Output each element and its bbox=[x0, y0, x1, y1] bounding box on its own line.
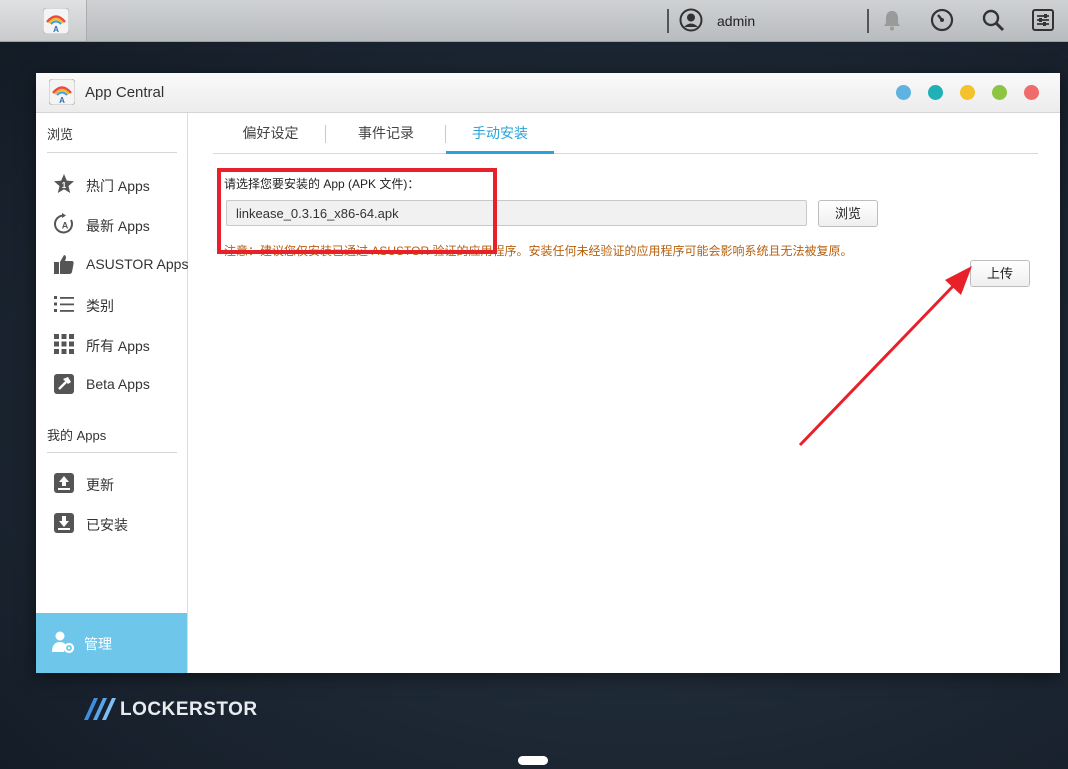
sidebar-item-label: 类别 bbox=[86, 298, 114, 314]
sidebar-item-label: 更新 bbox=[86, 477, 114, 493]
toolbar-divider bbox=[867, 9, 869, 33]
settings-sliders-icon[interactable] bbox=[1031, 8, 1055, 32]
svg-text:1: 1 bbox=[62, 181, 67, 190]
lockerstor-logo-icon bbox=[84, 698, 116, 720]
sidebar-item-updates[interactable]: 更新 bbox=[36, 466, 187, 500]
tab-preferences[interactable]: 偏好设定 bbox=[233, 113, 308, 153]
app-central-logo-icon: A bbox=[49, 79, 75, 105]
apk-file-field[interactable]: linkease_0.3.16_x86-64.apk bbox=[226, 200, 807, 226]
file-select-prompt: 请选择您要安装的 App (APK 文件)： bbox=[224, 177, 420, 191]
notification-bell-icon[interactable] bbox=[880, 8, 904, 32]
sidebar-item-admin[interactable]: 管理 bbox=[36, 613, 187, 673]
list-icon bbox=[54, 296, 74, 312]
sidebar-item-categories[interactable]: 类别 bbox=[36, 287, 187, 321]
unverified-app-warning: 注意：建议您仅安装已通过 ASUSTOR 验证的应用程序。安装任何未经验证的应用… bbox=[224, 244, 853, 258]
window-titlebar[interactable]: A App Central bbox=[36, 73, 1060, 113]
asustor-logo-icon: A bbox=[43, 8, 69, 34]
svg-text:A: A bbox=[59, 96, 65, 105]
sidebar: 浏览 1 热门 Apps A 最新 Apps ASUSTOR Apps 类别 所… bbox=[36, 113, 188, 673]
svg-text:A: A bbox=[53, 25, 59, 34]
sidebar-item-all-apps[interactable]: 所有 Apps bbox=[36, 327, 187, 361]
installed-icon bbox=[54, 513, 74, 533]
browse-section-label: 浏览 bbox=[47, 127, 74, 142]
hammer-icon bbox=[54, 374, 74, 394]
star-icon: 1 bbox=[54, 174, 74, 193]
admin-label: 管理 bbox=[84, 636, 112, 652]
admin-user-gear-icon bbox=[52, 631, 75, 654]
sidebar-item-label: Beta Apps bbox=[86, 376, 150, 392]
thumbs-up-icon bbox=[54, 255, 74, 274]
sidebar-item-label: 最新 Apps bbox=[86, 218, 150, 234]
home-button[interactable]: A bbox=[0, 0, 87, 41]
maximize-button[interactable] bbox=[992, 85, 1007, 100]
sidebar-item-label: 所有 Apps bbox=[86, 338, 150, 354]
top-taskbar: A admin bbox=[0, 0, 1068, 42]
desktop-page-indicator[interactable] bbox=[518, 756, 548, 765]
toolbar-divider bbox=[667, 9, 669, 33]
close-button[interactable] bbox=[1024, 85, 1039, 100]
username-label[interactable]: admin bbox=[717, 13, 755, 29]
tab-event-log[interactable]: 事件记录 bbox=[341, 113, 431, 153]
tab-manual-install[interactable]: 手动安装 bbox=[446, 113, 554, 154]
minimize-button[interactable] bbox=[960, 85, 975, 100]
info-button[interactable] bbox=[928, 85, 943, 100]
sidebar-item-label: 已安装 bbox=[86, 517, 128, 533]
sidebar-item-label: ASUSTOR Apps bbox=[86, 256, 189, 272]
grid-icon bbox=[54, 334, 74, 354]
tab-divider bbox=[325, 125, 326, 143]
dashboard-gauge-icon[interactable] bbox=[930, 8, 954, 32]
browse-button[interactable]: 浏览 bbox=[818, 200, 878, 227]
user-avatar-icon[interactable] bbox=[679, 8, 703, 32]
brand-name: LOCKERSTOR bbox=[120, 699, 258, 720]
window-title: App Central bbox=[85, 84, 165, 101]
sidebar-item-asustor-apps[interactable]: ASUSTOR Apps bbox=[36, 247, 189, 281]
sidebar-item-new-apps[interactable]: A 最新 Apps bbox=[36, 207, 187, 241]
tab-bar: 偏好设定 事件记录 手动安装 bbox=[213, 113, 1038, 154]
sidebar-item-label: 热门 Apps bbox=[86, 178, 150, 194]
upload-button[interactable]: 上传 bbox=[970, 260, 1030, 287]
search-icon[interactable] bbox=[981, 8, 1005, 32]
sidebar-item-installed[interactable]: 已安装 bbox=[36, 506, 187, 540]
update-icon bbox=[54, 473, 74, 493]
svg-text:A: A bbox=[62, 221, 69, 231]
new-apps-icon: A bbox=[54, 213, 73, 234]
divider bbox=[47, 452, 177, 453]
main-content: 偏好设定 事件记录 手动安装 请选择您要安装的 App (APK 文件)： li… bbox=[188, 113, 1060, 673]
sidebar-item-popular-apps[interactable]: 1 热门 Apps bbox=[36, 167, 187, 201]
my-apps-section-label: 我的 Apps bbox=[47, 428, 107, 443]
help-button[interactable] bbox=[896, 85, 911, 100]
sidebar-item-beta-apps[interactable]: Beta Apps bbox=[36, 367, 187, 401]
app-central-window: A App Central 浏览 1 热门 Apps A 最新 Apps ASU… bbox=[36, 73, 1060, 673]
divider bbox=[47, 152, 177, 153]
